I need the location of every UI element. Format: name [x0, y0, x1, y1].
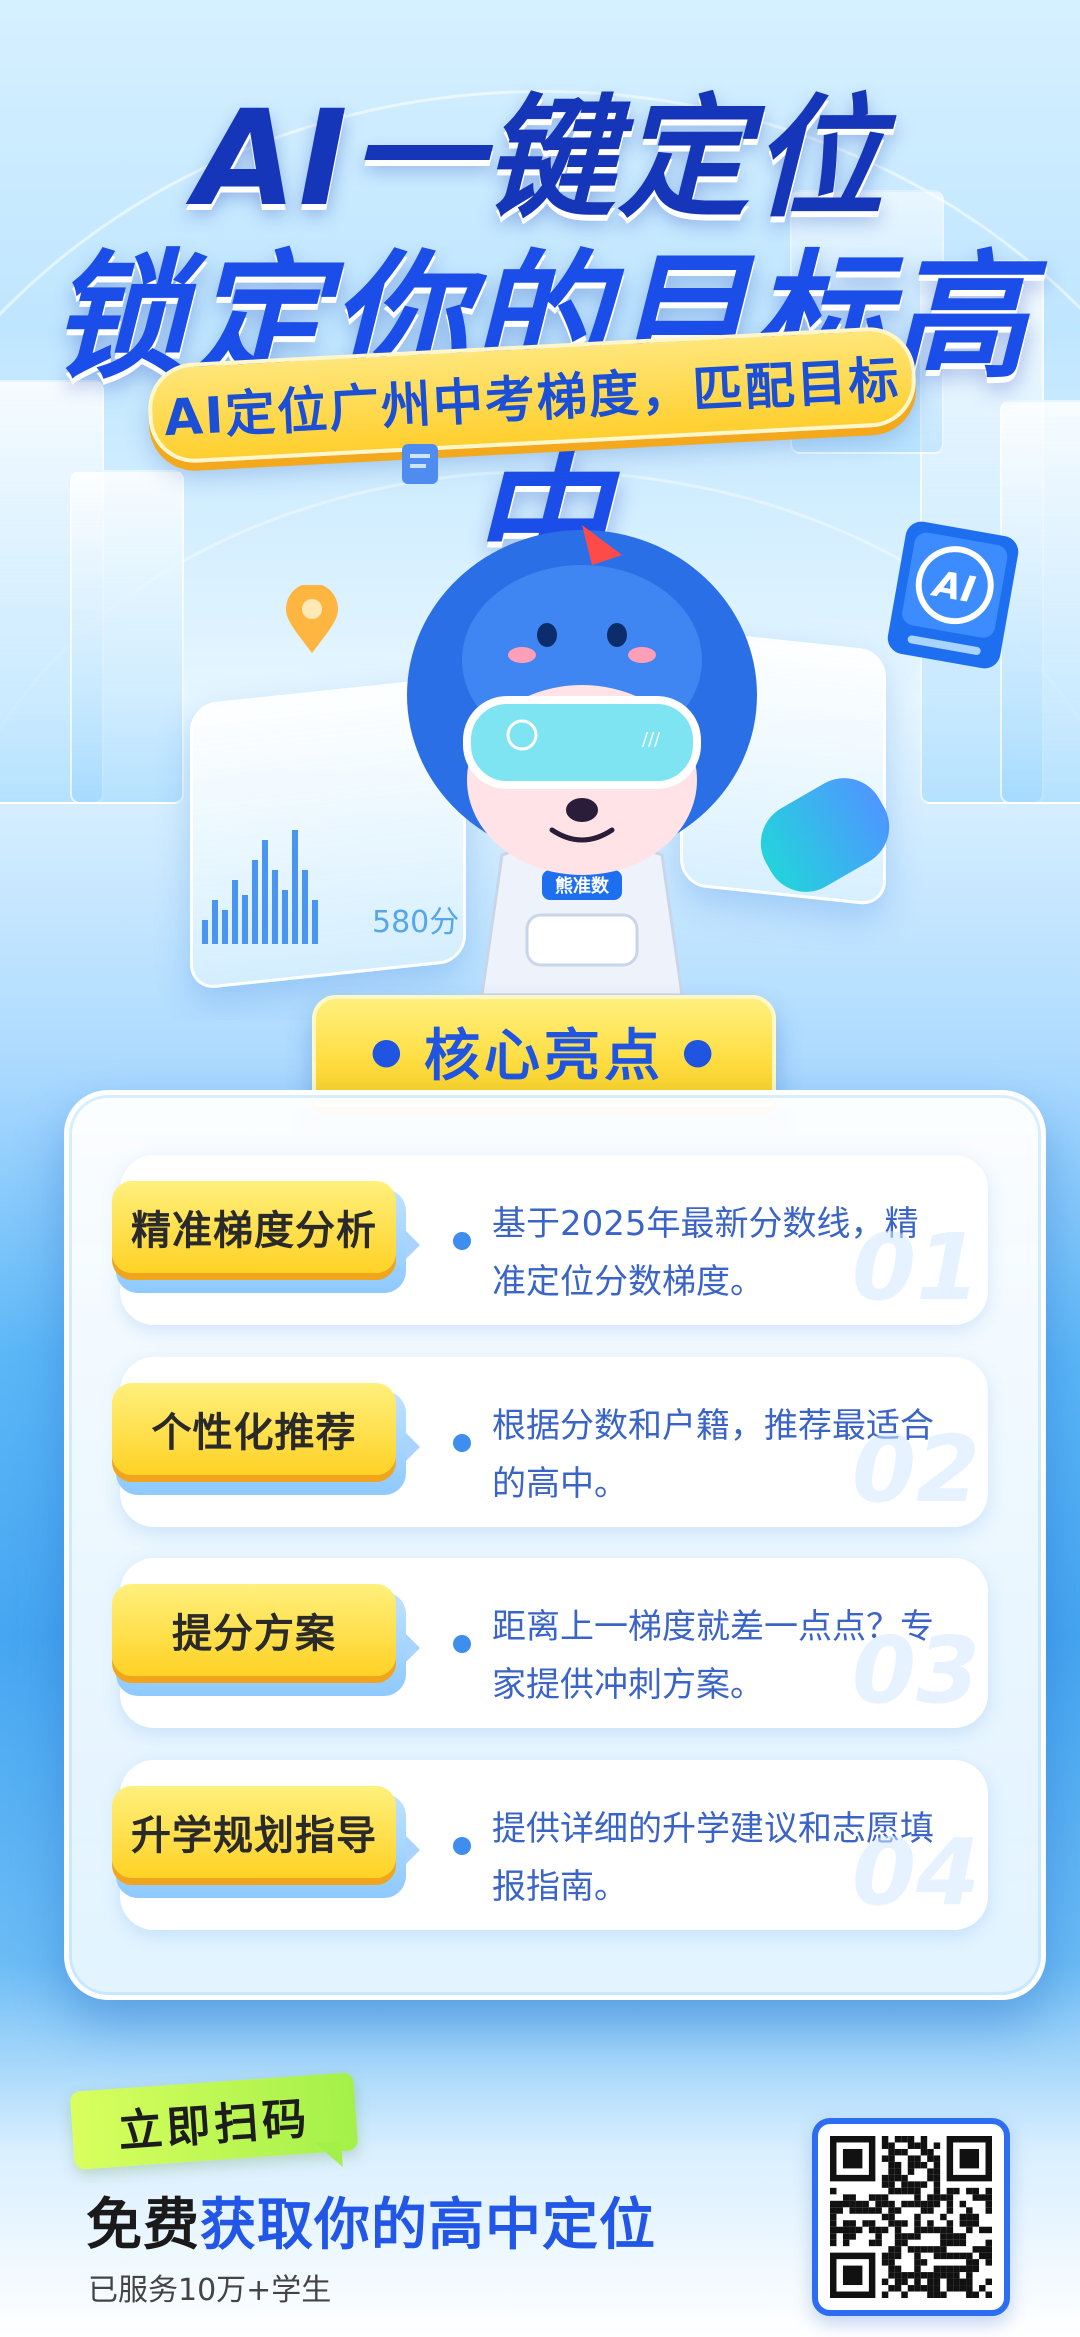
feature-label: 升学规划指导 [112, 1786, 396, 1878]
mascot-badge: 熊准数 [555, 875, 610, 897]
arrow-icon [406, 1433, 420, 1461]
feature-number: 01 [851, 1214, 980, 1321]
feature-card: 精准梯度分析 基于2025年最新分数线，精准定位分数梯度。 01 [112, 1155, 988, 1325]
feature-card: 升学规划指导 提供详细的升学建议和志愿填报指南。 04 [112, 1760, 988, 1930]
feature-card: 提分方案 距离上一梯度就差一点点？专家提供冲刺方案。 03 [112, 1558, 988, 1728]
dot-icon: ● [682, 1030, 718, 1072]
cta-headline-prefix: 免费 [86, 2193, 200, 2258]
tag-tail [315, 2141, 343, 2169]
feature-number: 04 [851, 1819, 980, 1926]
bar-chart-icon [198, 800, 328, 950]
bullet-icon [453, 1434, 471, 1452]
section-heading: 核心亮点 [424, 1023, 664, 1089]
hero-section: AI一键定位 锁定你的目标高中 AI定位广州中考梯度，匹配目标 AI 580分 … [0, 0, 1080, 1020]
cta-headline-highlight: 获取你的高中定位 [200, 2193, 656, 2258]
arrow-icon [406, 1634, 420, 1662]
feature-number: 02 [851, 1416, 980, 1523]
feature-label: 精准梯度分析 [112, 1181, 396, 1273]
map-pin-icon [282, 583, 342, 655]
bullet-icon [453, 1837, 471, 1855]
qr-code-icon [830, 2136, 992, 2298]
feature-label: 提分方案 [112, 1584, 396, 1676]
ai-badge-icon: AI [876, 510, 1030, 680]
feature-card: 个性化推荐 根据分数和户籍，推荐最适合的高中。 02 [112, 1357, 988, 1527]
feature-number: 03 [851, 1617, 980, 1724]
arrow-icon [406, 1231, 420, 1259]
qr-code[interactable] [812, 2118, 1010, 2316]
cta-subtext: 已服务10万+学生 [88, 2273, 332, 2308]
dot-icon: ● [370, 1030, 406, 1072]
arrow-icon [406, 1836, 420, 1864]
document-icon [398, 440, 442, 488]
feature-label: 个性化推荐 [112, 1383, 396, 1475]
bullet-icon [453, 1232, 471, 1250]
bullet-icon [453, 1635, 471, 1653]
mascot-illustration: 熊准数 /// [392, 525, 772, 997]
cta-headline: 免费获取你的高中定位 [86, 2180, 656, 2261]
svg-text:///: /// [642, 729, 661, 750]
